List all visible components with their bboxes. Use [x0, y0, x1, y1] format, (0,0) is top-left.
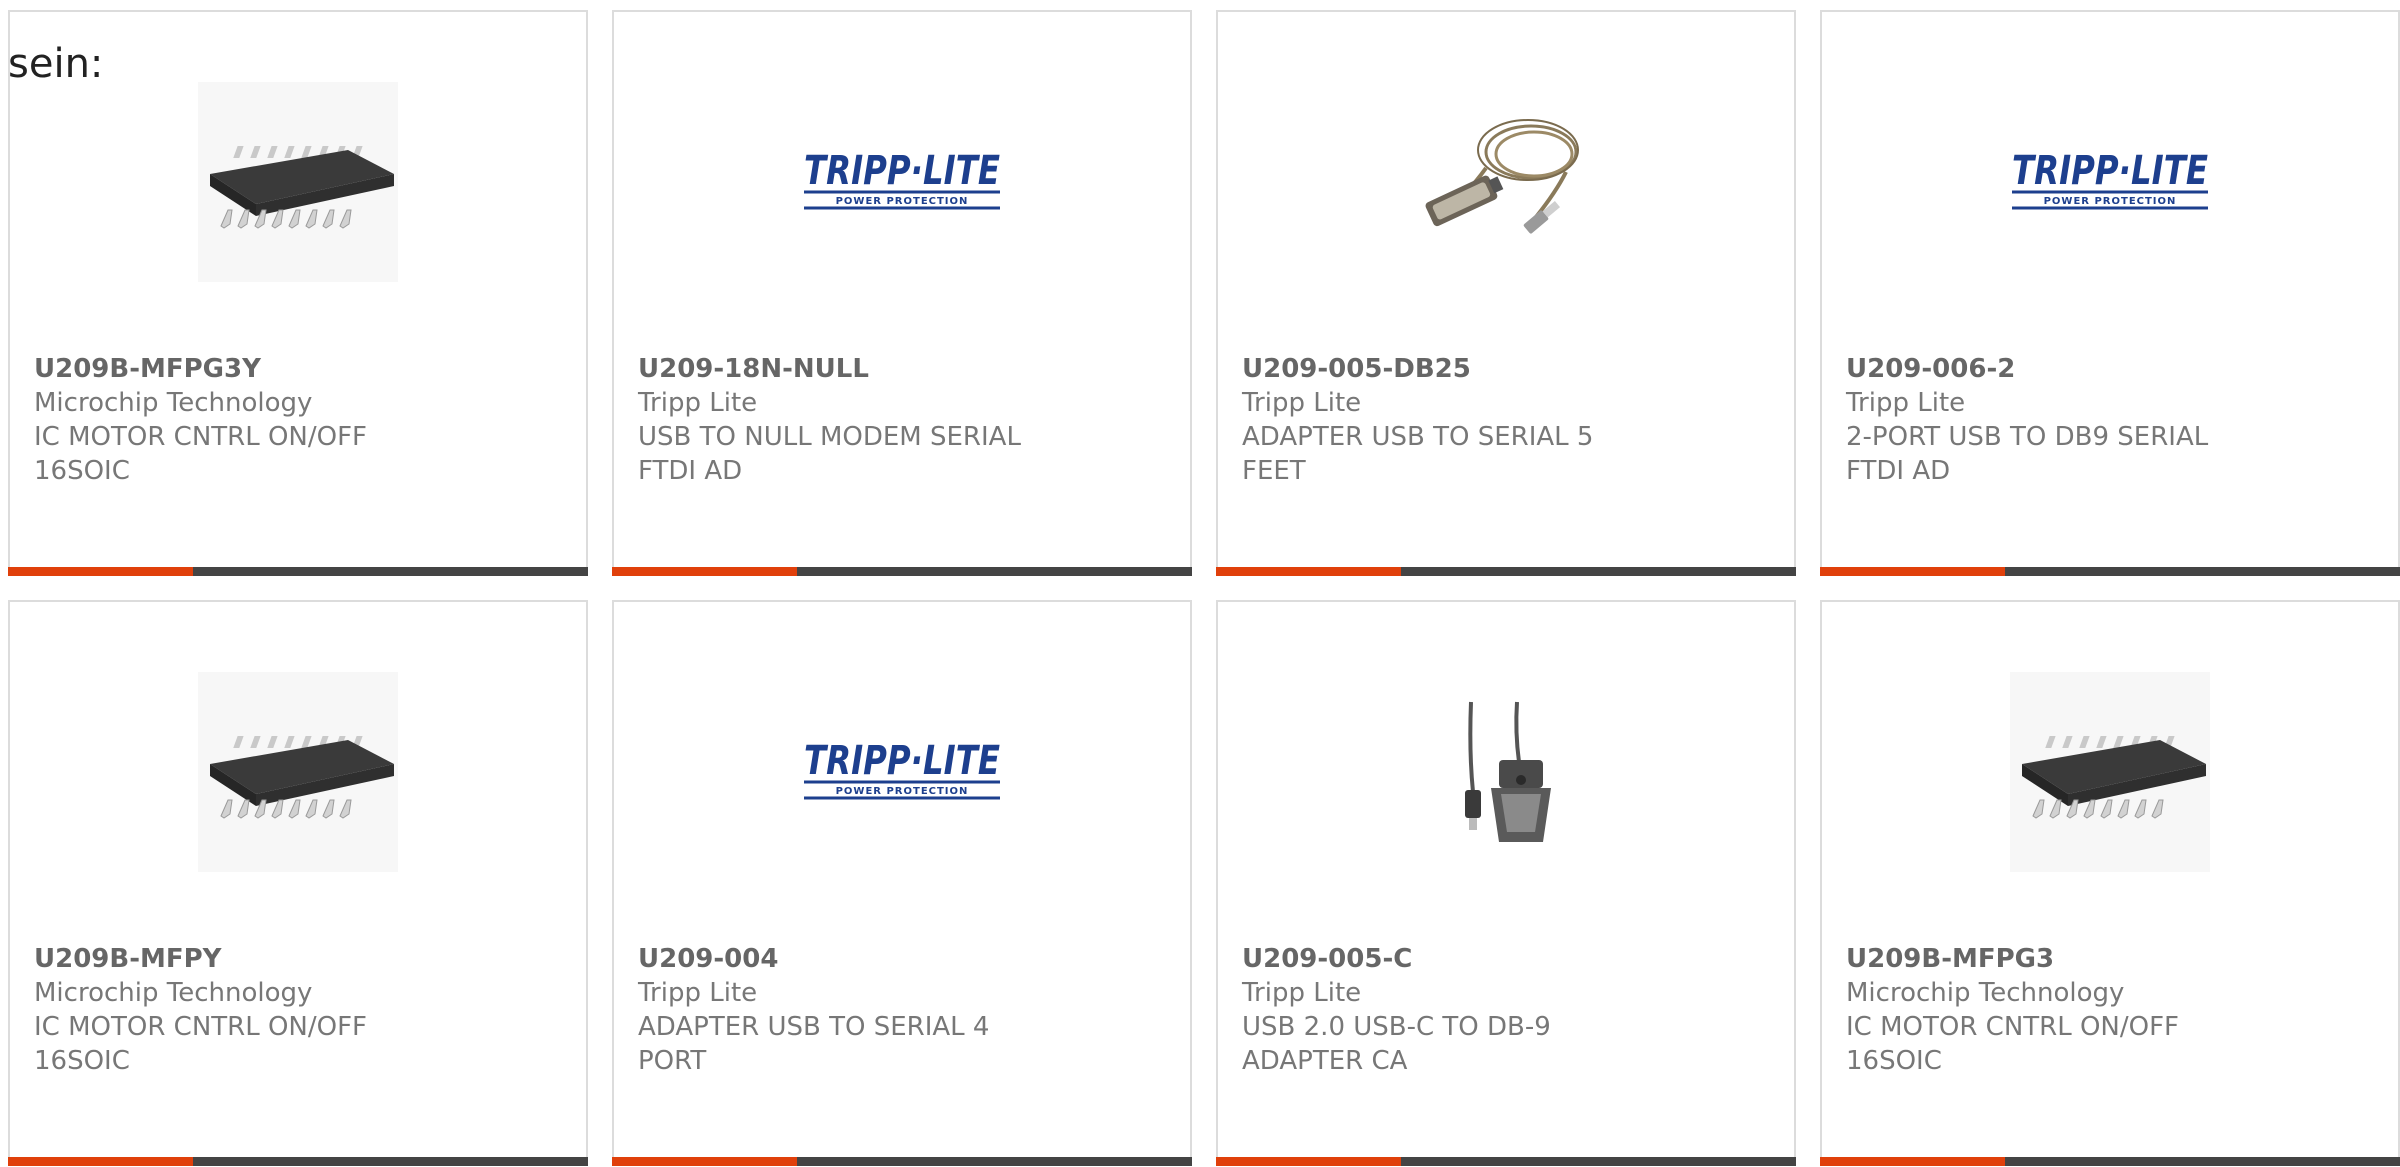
part-number[interactable]: U209B-MFPG3Y: [34, 352, 562, 386]
card-accent-bar: [1820, 567, 2400, 576]
manufacturer: Tripp Lite: [638, 388, 758, 418]
tripp-lite-logo: TRIPP·LITE POWER PROTECTION: [2012, 148, 2208, 210]
card-accent-bar: [1216, 1157, 1796, 1166]
card-accent-bar: [612, 1157, 1192, 1166]
accent-segment: [8, 567, 193, 576]
soic-chip-icon: [198, 672, 398, 872]
card-accent-bar: [1820, 1157, 2400, 1166]
svg-text:TRIPP·LITE: TRIPP·LITE: [2012, 148, 2208, 194]
product-info: U209-004 Tripp Lite ADAPTER USB TO SERIA…: [638, 942, 1166, 1078]
part-number[interactable]: U209-004: [638, 942, 1166, 976]
bar-segment: [193, 1157, 588, 1166]
product-image[interactable]: [1218, 72, 1794, 292]
product-image[interactable]: [1822, 662, 2398, 882]
accent-segment: [1820, 567, 2005, 576]
product-image[interactable]: [1218, 662, 1794, 882]
product-image[interactable]: [10, 72, 586, 292]
svg-text:TRIPP·LITE: TRIPP·LITE: [804, 738, 1000, 784]
product-description: IC MOTOR CNTRL ON/OFF 16SOIC: [34, 422, 368, 486]
product-description: USB 2.0 USB-C TO DB-9 ADAPTER CA: [1242, 1012, 1551, 1076]
tripp-lite-logo: TRIPP·LITE POWER PROTECTION: [804, 738, 1000, 800]
bar-segment: [1401, 1157, 1796, 1166]
product-description: USB TO NULL MODEM SERIAL FTDI AD: [638, 422, 1021, 486]
product-description: IC MOTOR CNTRL ON/OFF 16SOIC: [34, 1012, 368, 1076]
product-info: U209B-MFPY Microchip Technology IC MOTOR…: [34, 942, 562, 1078]
bar-segment: [1401, 567, 1796, 576]
accent-segment: [612, 567, 797, 576]
soic-chip-icon: [2010, 672, 2210, 872]
product-description: 2-PORT USB TO DB9 SERIAL FTDI AD: [1846, 422, 2209, 486]
svg-text:POWER PROTECTION: POWER PROTECTION: [2044, 196, 2177, 207]
product-description: ADAPTER USB TO SERIAL 5 FEET: [1242, 422, 1594, 486]
product-info: U209B-MFPG3 Microchip Technology IC MOTO…: [1846, 942, 2374, 1078]
svg-text:POWER PROTECTION: POWER PROTECTION: [836, 196, 969, 207]
product-image[interactable]: [10, 662, 586, 882]
product-card[interactable]: TRIPP·LITE POWER PROTECTION U209-006-2 T…: [1820, 10, 2400, 576]
tripp-lite-logo: TRIPP·LITE POWER PROTECTION: [804, 148, 1000, 210]
soic-chip-icon: [198, 82, 398, 282]
bar-segment: [2005, 1157, 2400, 1166]
part-number[interactable]: U209B-MFPG3: [1846, 942, 2374, 976]
card-accent-bar: [1216, 567, 1796, 576]
manufacturer: Microchip Technology: [34, 978, 313, 1008]
intro-text: sein:: [8, 41, 104, 87]
product-grid-page: sein: U209B-MFPG3Y Microchip Technology …: [0, 0, 2400, 1167]
product-info: U209-18N-NULL Tripp Lite USB TO NULL MOD…: [638, 352, 1166, 488]
product-card[interactable]: U209B-MFPG3Y Microchip Technology IC MOT…: [8, 10, 588, 576]
product-card[interactable]: TRIPP·LITE POWER PROTECTION U209-004 Tri…: [612, 600, 1192, 1166]
product-image[interactable]: TRIPP·LITE POWER PROTECTION: [614, 662, 1190, 882]
bar-segment: [797, 567, 1192, 576]
svg-text:POWER PROTECTION: POWER PROTECTION: [836, 786, 969, 797]
usbc-db9-adapter-icon: [1465, 701, 1551, 842]
manufacturer: Tripp Lite: [1242, 978, 1362, 1008]
product-description: IC MOTOR CNTRL ON/OFF 16SOIC: [1846, 1012, 2180, 1076]
product-card[interactable]: TRIPP·LITE POWER PROTECTION U209-18N-NUL…: [612, 10, 1192, 576]
product-card[interactable]: U209B-MFPG3 Microchip Technology IC MOTO…: [1820, 600, 2400, 1166]
manufacturer: Tripp Lite: [1846, 388, 1966, 418]
accent-segment: [1216, 567, 1401, 576]
db25-usb-cable-icon: [1425, 119, 1579, 234]
card-accent-bar: [8, 567, 588, 576]
part-number[interactable]: U209-006-2: [1846, 352, 2374, 386]
manufacturer: Tripp Lite: [638, 978, 758, 1008]
product-card[interactable]: U209B-MFPY Microchip Technology IC MOTOR…: [8, 600, 588, 1166]
product-info: U209-005-C Tripp Lite USB 2.0 USB-C TO D…: [1242, 942, 1770, 1078]
part-number[interactable]: U209-005-DB25: [1242, 352, 1770, 386]
product-description: ADAPTER USB TO SERIAL 4 PORT: [638, 1012, 990, 1076]
product-grid: U209B-MFPG3Y Microchip Technology IC MOT…: [8, 10, 2400, 1166]
part-number[interactable]: U209B-MFPY: [34, 942, 562, 976]
product-info: U209B-MFPG3Y Microchip Technology IC MOT…: [34, 352, 562, 488]
product-info: U209-005-DB25 Tripp Lite ADAPTER USB TO …: [1242, 352, 1770, 488]
card-accent-bar: [612, 567, 1192, 576]
product-info: U209-006-2 Tripp Lite 2-PORT USB TO DB9 …: [1846, 352, 2374, 488]
part-number[interactable]: U209-005-C: [1242, 942, 1770, 976]
bar-segment: [193, 567, 588, 576]
manufacturer: Microchip Technology: [1846, 978, 2125, 1008]
accent-segment: [8, 1157, 193, 1166]
accent-segment: [1820, 1157, 2005, 1166]
product-card[interactable]: U209-005-C Tripp Lite USB 2.0 USB-C TO D…: [1216, 600, 1796, 1166]
manufacturer: Tripp Lite: [1242, 388, 1362, 418]
product-image[interactable]: TRIPP·LITE POWER PROTECTION: [1822, 72, 2398, 292]
product-image[interactable]: TRIPP·LITE POWER PROTECTION: [614, 72, 1190, 292]
card-accent-bar: [8, 1157, 588, 1166]
manufacturer: Microchip Technology: [34, 388, 313, 418]
bar-segment: [2005, 567, 2400, 576]
svg-text:TRIPP·LITE: TRIPP·LITE: [804, 148, 1000, 194]
accent-segment: [612, 1157, 797, 1166]
bar-segment: [797, 1157, 1192, 1166]
accent-segment: [1216, 1157, 1401, 1166]
part-number[interactable]: U209-18N-NULL: [638, 352, 1166, 386]
product-card[interactable]: U209-005-DB25 Tripp Lite ADAPTER USB TO …: [1216, 10, 1796, 576]
